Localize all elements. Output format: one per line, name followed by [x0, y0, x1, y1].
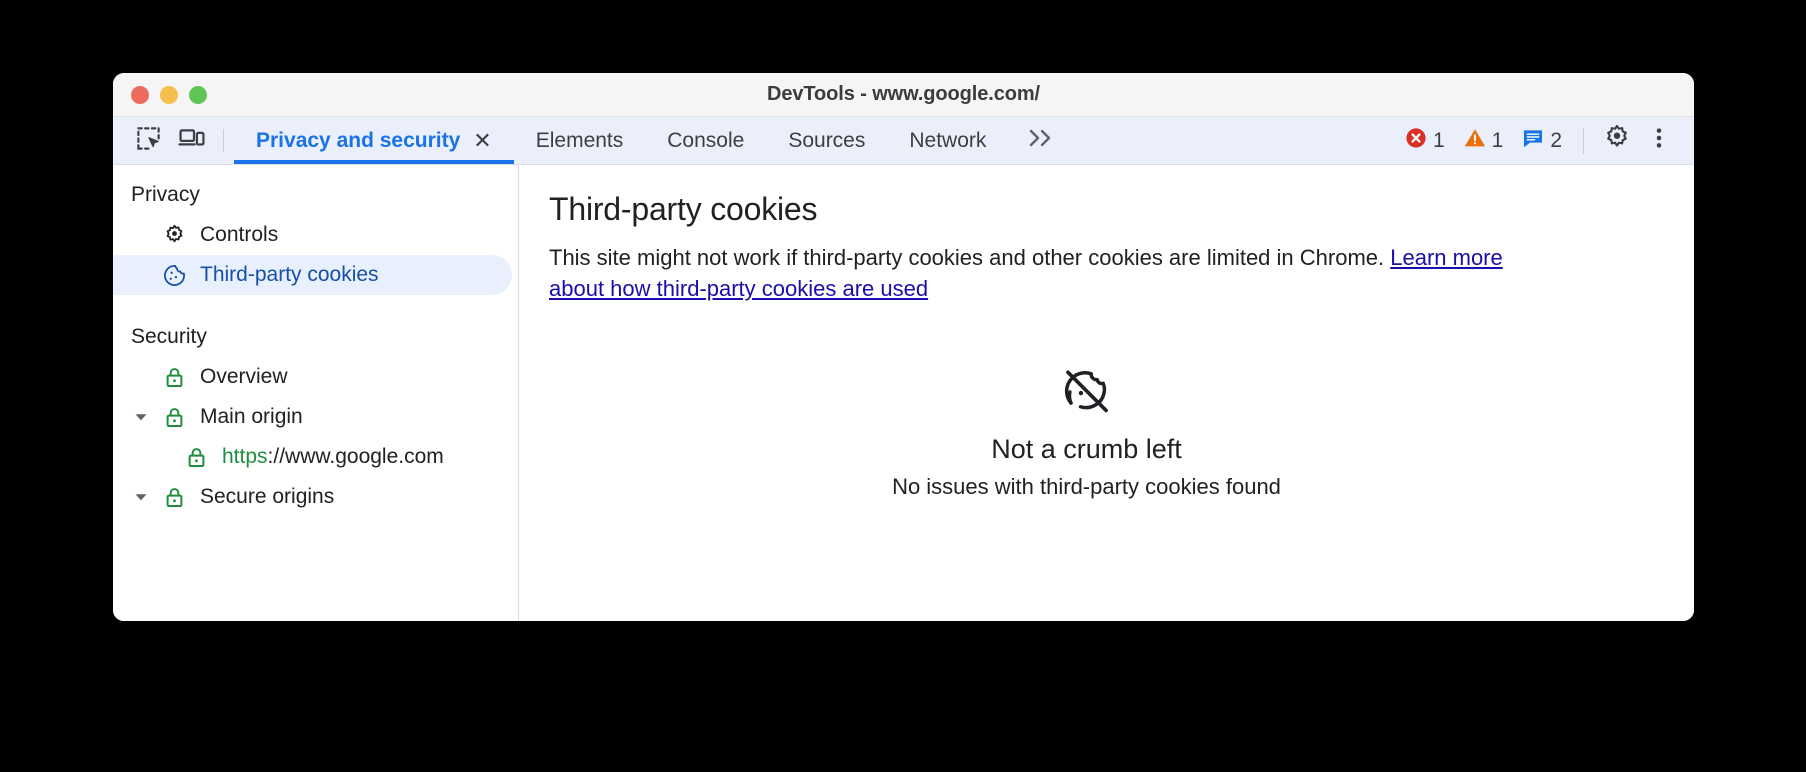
lock-icon — [161, 364, 187, 390]
device-toolbar-icon — [178, 124, 206, 157]
sidebar-item-third-party-cookies[interactable]: Third-party cookies — [113, 255, 512, 295]
url-host: ://www.google.com — [267, 445, 444, 468]
tab-network[interactable]: Network — [887, 117, 1008, 164]
sidebar-item-origin-url[interactable]: https://www.google.com — [113, 437, 512, 477]
tab-label: Console — [667, 128, 745, 152]
inspect-element-icon — [135, 125, 162, 157]
inspect-element-button[interactable] — [129, 122, 167, 160]
empty-state-subtitle: No issues with third-party cookies found — [892, 474, 1281, 500]
warning-icon — [1463, 126, 1487, 156]
empty-state: Not a crumb left No issues with third-pa… — [549, 366, 1654, 500]
tab-label: Privacy and security — [256, 128, 461, 152]
window-title: DevTools - www.google.com/ — [767, 83, 1040, 105]
error-count: 1 — [1432, 128, 1445, 152]
traffic-light-group — [131, 85, 207, 104]
cookie-icon — [161, 262, 187, 288]
tab-privacy-and-security[interactable]: Privacy and security ✕ — [234, 117, 514, 164]
close-icon[interactable]: ✕ — [473, 129, 491, 152]
device-toolbar-button[interactable] — [173, 122, 211, 160]
tab-label: Network — [909, 128, 987, 152]
description-text: This site might not work if third-party … — [549, 245, 1391, 270]
message-counter[interactable]: 2 — [1514, 124, 1569, 158]
tab-console[interactable]: Console — [645, 117, 766, 164]
chevron-down-icon[interactable] — [131, 407, 151, 427]
tab-sources[interactable]: Sources — [766, 117, 887, 164]
close-window-button[interactable] — [131, 85, 149, 104]
toolbar-right-controls: 1 1 2 — [1397, 117, 1694, 164]
sidebar-item-overview[interactable]: Overview — [113, 357, 512, 397]
screenshot-root: DevTools - www.google.com/ Privacy and s… — [0, 0, 1806, 772]
tab-elements[interactable]: Elements — [514, 117, 646, 164]
chevron-down-icon[interactable] — [131, 487, 151, 507]
lock-icon — [183, 444, 209, 470]
sidebar-item-label: Secure origins — [200, 485, 335, 508]
sidebar-item-label: https://www.google.com — [222, 445, 444, 469]
window-titlebar: DevTools - www.google.com/ — [113, 73, 1694, 117]
sidebar-item-controls[interactable]: Controls — [113, 215, 512, 255]
devtools-toolbar: Privacy and security ✕ Elements Console … — [113, 117, 1694, 165]
sidebar-item-label: Third-party cookies — [200, 263, 379, 286]
chevron-double-right-icon — [1026, 127, 1056, 154]
warning-counter[interactable]: 1 — [1456, 124, 1511, 158]
minimize-window-button[interactable] — [160, 85, 178, 104]
settings-button[interactable] — [1598, 122, 1636, 160]
privacy-security-sidebar: Privacy Controls Third-party cookies Sec… — [113, 165, 519, 621]
section-title-privacy: Privacy — [131, 183, 200, 206]
tab-label: Sources — [788, 128, 866, 152]
gear-icon — [1602, 123, 1632, 158]
toolbar-right-divider — [1583, 127, 1584, 154]
maximize-window-button[interactable] — [189, 85, 207, 104]
sidebar-item-main-origin[interactable]: Main origin — [113, 397, 512, 437]
message-icon — [1521, 126, 1545, 156]
error-icon — [1404, 126, 1428, 156]
page-description: This site might not work if third-party … — [549, 242, 1509, 304]
warning-count: 1 — [1491, 128, 1504, 152]
gear-icon — [161, 222, 187, 248]
sidebar-item-secure-origins[interactable]: Secure origins — [113, 477, 512, 517]
error-counter[interactable]: 1 — [1397, 124, 1452, 158]
toolbar-left-icons — [113, 117, 234, 164]
lock-icon — [161, 484, 187, 510]
section-title-security: Security — [131, 325, 207, 348]
toolbar-divider — [223, 129, 224, 152]
page-title: Third-party cookies — [549, 191, 818, 227]
devtools-window: DevTools - www.google.com/ Privacy and s… — [113, 73, 1694, 621]
url-scheme: https — [222, 445, 268, 468]
cookie-off-icon — [549, 366, 1624, 418]
kebab-menu-icon — [1646, 125, 1672, 156]
lock-icon — [161, 404, 187, 430]
devtools-body: Privacy Controls Third-party cookies Sec… — [113, 165, 1694, 621]
more-options-button[interactable] — [1640, 122, 1678, 160]
empty-state-title: Not a crumb left — [991, 434, 1182, 465]
message-count: 2 — [1550, 128, 1562, 152]
tab-label: Elements — [535, 128, 624, 152]
sidebar-item-label: Main origin — [200, 405, 303, 428]
main-content-pane: Third-party cookies This site might not … — [519, 165, 1694, 621]
sidebar-item-label: Controls — [200, 223, 279, 246]
sidebar-item-label: Overview — [200, 365, 288, 388]
panel-tabs: Privacy and security ✕ Elements Console … — [234, 117, 1074, 164]
more-tabs-button[interactable] — [1008, 117, 1074, 164]
